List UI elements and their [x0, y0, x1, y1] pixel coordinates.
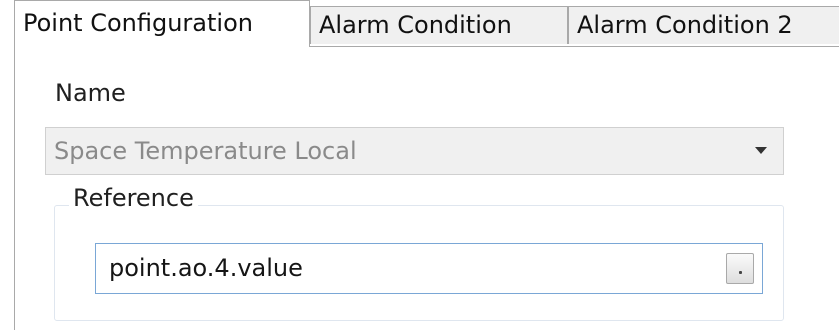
- name-label: Name: [55, 79, 126, 107]
- chevron-down-icon[interactable]: [755, 147, 767, 154]
- tab-alarm-condition[interactable]: Alarm Condition: [310, 6, 568, 44]
- ellipsis-browse-icon: [739, 271, 742, 274]
- browse-button[interactable]: [726, 253, 754, 284]
- tab-alarm-condition-2[interactable]: Alarm Condition 2: [568, 6, 839, 44]
- name-dropdown[interactable]: Space Temperature Local: [45, 127, 784, 175]
- reference-input-value[interactable]: point.ao.4.value: [109, 244, 303, 293]
- tab-point-configuration[interactable]: Point Configuration: [14, 0, 310, 47]
- point-configuration-panel: Name Space Temperature Local Reference p…: [14, 46, 839, 330]
- tab-strip: Point Configuration Alarm Condition Alar…: [14, 0, 839, 47]
- reference-group: Reference point.ao.4.value: [54, 184, 784, 321]
- reference-label: Reference: [69, 184, 198, 212]
- point-properties-window: Point Configuration Alarm Condition Alar…: [0, 0, 839, 330]
- reference-input[interactable]: point.ao.4.value: [95, 243, 763, 294]
- name-dropdown-value: Space Temperature Local: [54, 137, 357, 165]
